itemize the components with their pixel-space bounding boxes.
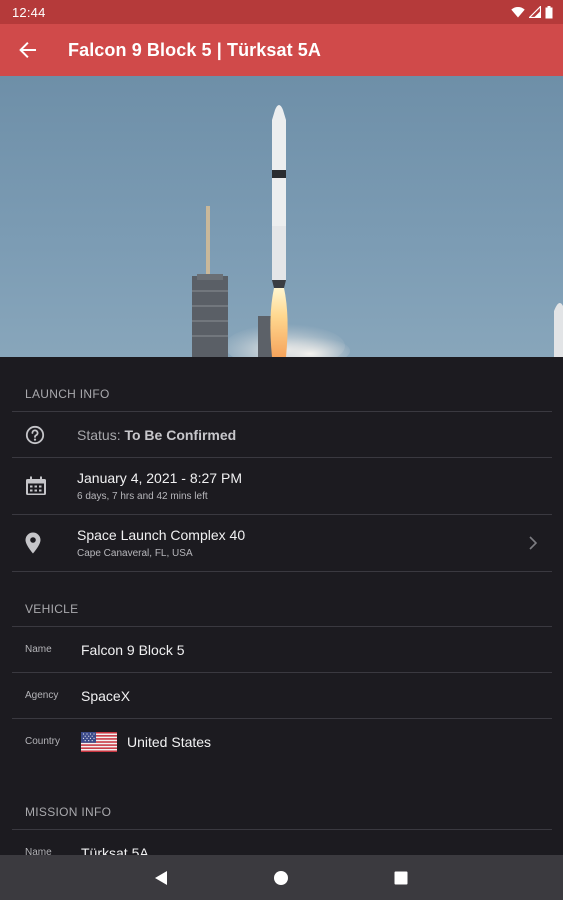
section-header-launch-info: LAUNCH INFO — [25, 387, 110, 401]
section-header-vehicle: VEHICLE — [25, 602, 79, 616]
triangle-back-icon — [155, 870, 167, 885]
nav-recents-button[interactable] — [371, 855, 431, 900]
calendar-icon — [26, 476, 46, 495]
app-bar: Falcon 9 Block 5 | Türksat 5A — [0, 24, 563, 76]
status-value: To Be Confirmed — [124, 426, 237, 443]
vehicle-name-value: Falcon 9 Block 5 — [81, 641, 185, 658]
chevron-right-icon — [529, 536, 537, 550]
mission-name-value: Türksat 5A — [81, 844, 149, 856]
circle-home-icon — [274, 870, 288, 885]
us-flag-icon — [81, 731, 117, 752]
status-time: 12:44 — [12, 4, 46, 20]
launch-pad-row[interactable]: Space Launch Complex 40 Cape Canaveral, … — [0, 515, 563, 571]
mission-name-row: Name Türksat 5A — [0, 830, 563, 856]
section-header-mission-info: MISSION INFO — [25, 805, 112, 819]
vehicle-country-row: Country United States — [0, 719, 563, 764]
vehicle-agency-row[interactable]: Agency SpaceX — [0, 673, 563, 718]
launch-date: January 4, 2021 - 8:27 PM — [77, 470, 242, 486]
status-label: Status: — [77, 426, 125, 443]
launch-status-row: Status: To Be Confirmed — [0, 412, 563, 457]
square-recents-icon — [394, 871, 408, 884]
vehicle-country-value: United States — [127, 733, 212, 750]
location-pin-icon — [25, 532, 41, 554]
vehicle-agency-value: SpaceX — [81, 687, 131, 704]
launch-hero-image — [0, 76, 563, 357]
battery-icon — [545, 5, 553, 18]
vehicle-agency-label: Agency — [25, 690, 59, 701]
arrow-back-icon — [19, 42, 36, 58]
vehicle-name-row: Name Falcon 9 Block 5 — [0, 627, 563, 672]
back-button[interactable] — [2, 24, 54, 76]
launch-countdown: 6 days, 7 hrs and 42 mins left — [77, 491, 208, 502]
wifi-icon — [511, 7, 525, 18]
launch-pad-location: Cape Canaveral, FL, USA — [77, 548, 193, 559]
status-bar: 12:44 — [0, 0, 563, 24]
vehicle-country-label: Country — [25, 736, 61, 747]
signal-icon — [529, 6, 541, 18]
help-circle-icon — [25, 425, 45, 444]
nav-back-button[interactable] — [131, 855, 191, 900]
rocket-launch-illustration — [192, 105, 563, 357]
launch-pad-name: Space Launch Complex 40 — [77, 527, 246, 543]
mission-name-label: Name — [25, 847, 52, 855]
launch-date-row: January 4, 2021 - 8:27 PM 6 days, 7 hrs … — [0, 458, 563, 514]
nav-home-button[interactable] — [251, 855, 311, 900]
launch-details[interactable]: LAUNCH INFO Status: To Be Confirmed Janu… — [0, 357, 563, 855]
page-title: Falcon 9 Block 5 | Türksat 5A — [68, 39, 322, 60]
vehicle-name-label: Name — [25, 644, 52, 655]
status-icons — [511, 5, 553, 19]
system-nav-bar — [0, 855, 563, 900]
